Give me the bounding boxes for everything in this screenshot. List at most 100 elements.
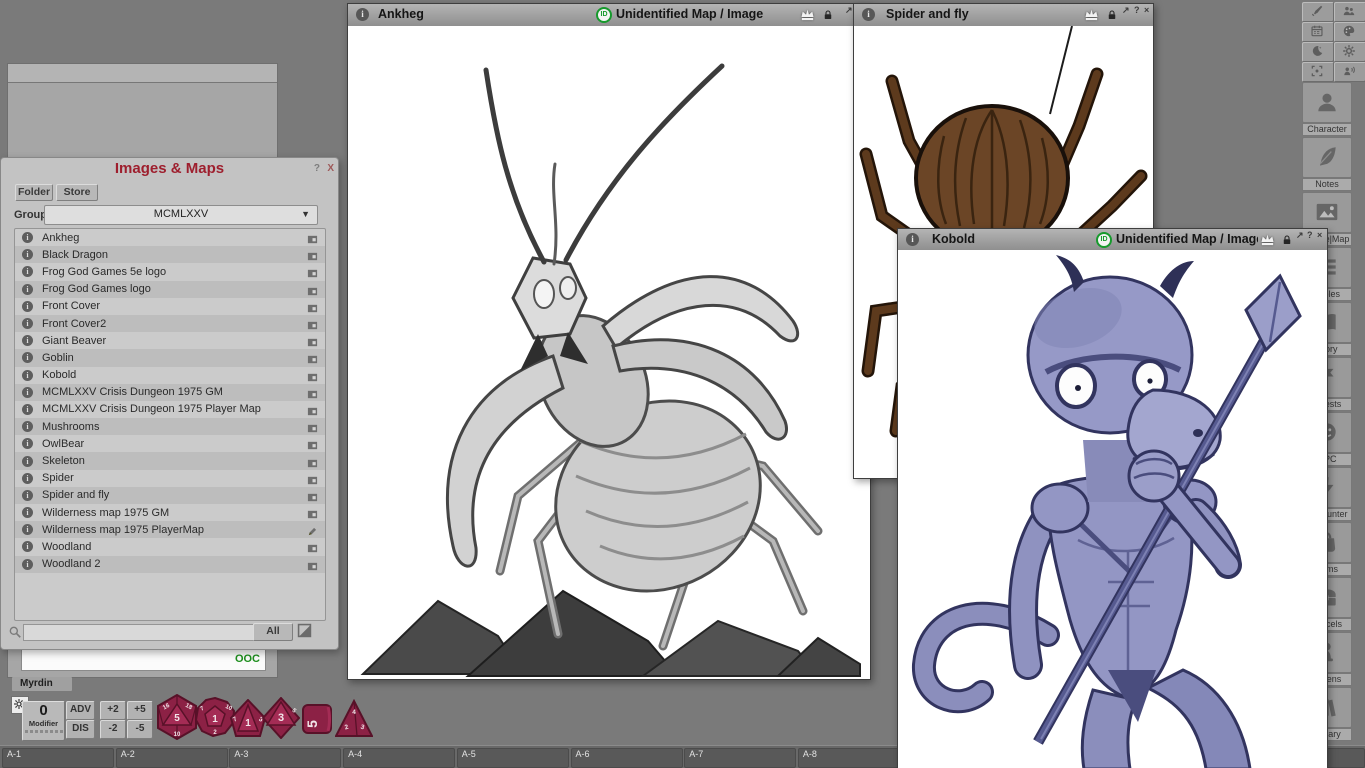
info-icon[interactable]: i — [862, 8, 875, 21]
info-icon[interactable]: i — [906, 233, 919, 246]
sharedpen-icon[interactable] — [306, 524, 319, 535]
list-item[interactable]: iMCMLXXV Crisis Dungeon 1975 GM — [15, 384, 325, 401]
winshare-icon[interactable] — [306, 507, 319, 518]
images-maps-window[interactable]: Images & Maps ? X Folder Store Group MCM… — [0, 157, 339, 650]
list-item[interactable]: iFront Cover2 — [15, 315, 325, 332]
winshare-icon[interactable] — [306, 404, 319, 415]
info-icon[interactable]: i — [22, 370, 33, 381]
sidebar-palette-button[interactable] — [1334, 22, 1365, 42]
panel-help-button[interactable]: ? — [314, 163, 320, 174]
sidebar-item-character[interactable]: Character — [1302, 82, 1352, 135]
winshare-icon[interactable] — [306, 284, 319, 295]
sidebar-party-button[interactable] — [1334, 2, 1365, 22]
info-icon[interactable]: i — [22, 438, 33, 449]
winshare-icon[interactable] — [306, 387, 319, 398]
info-icon[interactable]: i — [22, 421, 33, 432]
info-icon[interactable]: i — [22, 404, 33, 415]
winshare-icon[interactable] — [306, 352, 319, 363]
list-item[interactable]: iGoblin — [15, 349, 325, 366]
kobold-window[interactable]: i Kobold ID Unidentified Map / Image ↗ ?… — [897, 228, 1328, 768]
sidebar-sword-button[interactable] — [1302, 2, 1334, 22]
list-item[interactable]: iMushrooms — [15, 418, 325, 435]
info-icon[interactable]: i — [22, 249, 33, 260]
info-icon[interactable]: i — [22, 352, 33, 363]
list-item[interactable]: iWilderness map 1975 GM — [15, 504, 325, 521]
plus5-button[interactable]: +5 — [127, 701, 153, 720]
winshare-icon[interactable] — [306, 541, 319, 552]
winshare-icon[interactable] — [306, 266, 319, 277]
winshare-icon[interactable] — [306, 249, 319, 260]
group-dropdown[interactable]: MCMLXXV ▼ — [44, 205, 318, 225]
list-item[interactable]: iKobold — [15, 367, 325, 384]
ankheg-image[interactable] — [348, 26, 870, 679]
share-crown-icon[interactable] — [1083, 7, 1100, 23]
spider-titlebar[interactable]: i Spider and fly ↗ ? × — [854, 4, 1153, 27]
info-icon[interactable]: i — [22, 456, 33, 467]
list-item[interactable]: iFrog God Games 5e logo — [15, 263, 325, 280]
sidebar-broadcast-button[interactable] — [1334, 62, 1365, 82]
info-icon[interactable]: i — [22, 490, 33, 501]
hotkey-slot[interactable]: A-7 — [684, 748, 796, 768]
d4-die[interactable]: 234 — [335, 699, 373, 744]
minus2-button[interactable]: -2 — [100, 720, 126, 739]
info-icon[interactable]: i — [356, 8, 369, 21]
d20-die[interactable]: 5161810 — [155, 694, 199, 745]
list-item[interactable]: iFrog God Games logo — [15, 281, 325, 298]
share-crown-icon[interactable] — [1259, 232, 1276, 248]
lock-icon[interactable] — [1106, 7, 1118, 23]
list-item[interactable]: iSpider — [15, 470, 325, 487]
lock-icon[interactable] — [822, 7, 834, 23]
winshare-icon[interactable] — [306, 370, 319, 381]
ankheg-titlebar[interactable]: i Ankheg ID Unidentified Map / Image ↗ — [348, 4, 870, 27]
image-list[interactable]: iAnkhegiBlack DragoniFrog God Games 5e l… — [14, 228, 326, 621]
help-icon[interactable]: ? — [1134, 5, 1140, 15]
list-item[interactable]: iWilderness map 1975 PlayerMap — [15, 521, 325, 538]
panel-close-button[interactable]: X — [327, 163, 334, 174]
chevron-down-icon[interactable]: ▼ — [301, 209, 310, 219]
lock-icon[interactable] — [1281, 232, 1293, 248]
info-icon[interactable]: i — [22, 507, 33, 518]
list-item[interactable]: iWoodland 2 — [15, 556, 325, 573]
sidebar-target-button[interactable] — [1302, 62, 1334, 82]
sidebar-moon-button[interactable] — [1302, 42, 1334, 62]
info-icon[interactable]: i — [22, 318, 33, 329]
info-icon[interactable]: i — [22, 541, 33, 552]
sidebar-item-notes[interactable]: Notes — [1302, 137, 1352, 190]
search-input[interactable] — [23, 624, 255, 641]
sidebar-gear-button[interactable] — [1334, 42, 1365, 62]
d6-die[interactable]: 5 — [301, 703, 333, 740]
store-tab[interactable]: Store — [56, 184, 98, 201]
info-icon[interactable]: i — [22, 284, 33, 295]
list-item[interactable]: iMCMLXXV Crisis Dungeon 1975 Player Map — [15, 401, 325, 418]
winshare-icon[interactable] — [306, 438, 319, 449]
search-all-button[interactable]: All — [253, 623, 293, 641]
info-icon[interactable]: i — [22, 232, 33, 243]
plus2-button[interactable]: +2 — [100, 701, 126, 720]
info-icon[interactable]: i — [22, 301, 33, 312]
close-icon[interactable]: × — [1317, 230, 1322, 240]
info-icon[interactable]: i — [22, 266, 33, 277]
winshare-icon[interactable] — [306, 559, 319, 570]
winshare-icon[interactable] — [306, 490, 319, 501]
list-item[interactable]: iBlack Dragon — [15, 246, 325, 263]
hotkey-slot[interactable]: A-8 — [798, 748, 910, 768]
d8-die[interactable]: 35 — [262, 697, 300, 744]
folder-tab[interactable]: Folder — [15, 184, 53, 201]
adv-button[interactable]: ADV — [66, 701, 95, 720]
resize-icon[interactable]: ↗ — [845, 5, 853, 16]
hotkey-slot[interactable]: A-2 — [116, 748, 228, 768]
hotkey-slot[interactable]: A-3 — [229, 748, 341, 768]
chat-input[interactable]: OOC — [21, 649, 266, 671]
ankheg-window[interactable]: i Ankheg ID Unidentified Map / Image ↗ — [347, 3, 871, 680]
kobold-image[interactable] — [898, 250, 1327, 768]
info-icon[interactable]: i — [22, 559, 33, 570]
hotkey-slot[interactable]: A-5 — [457, 748, 569, 768]
info-icon[interactable]: i — [22, 335, 33, 346]
list-item[interactable]: iOwlBear — [15, 435, 325, 452]
sidebar-calendar-button[interactable] — [1302, 22, 1334, 42]
resize-icon[interactable]: ↗ — [1296, 230, 1304, 241]
winshare-icon[interactable] — [306, 301, 319, 312]
hotkey-slot[interactable]: A-4 — [343, 748, 455, 768]
modifier-box[interactable]: 0 Modifier — [22, 701, 65, 741]
list-item[interactable]: iGiant Beaver — [15, 332, 325, 349]
